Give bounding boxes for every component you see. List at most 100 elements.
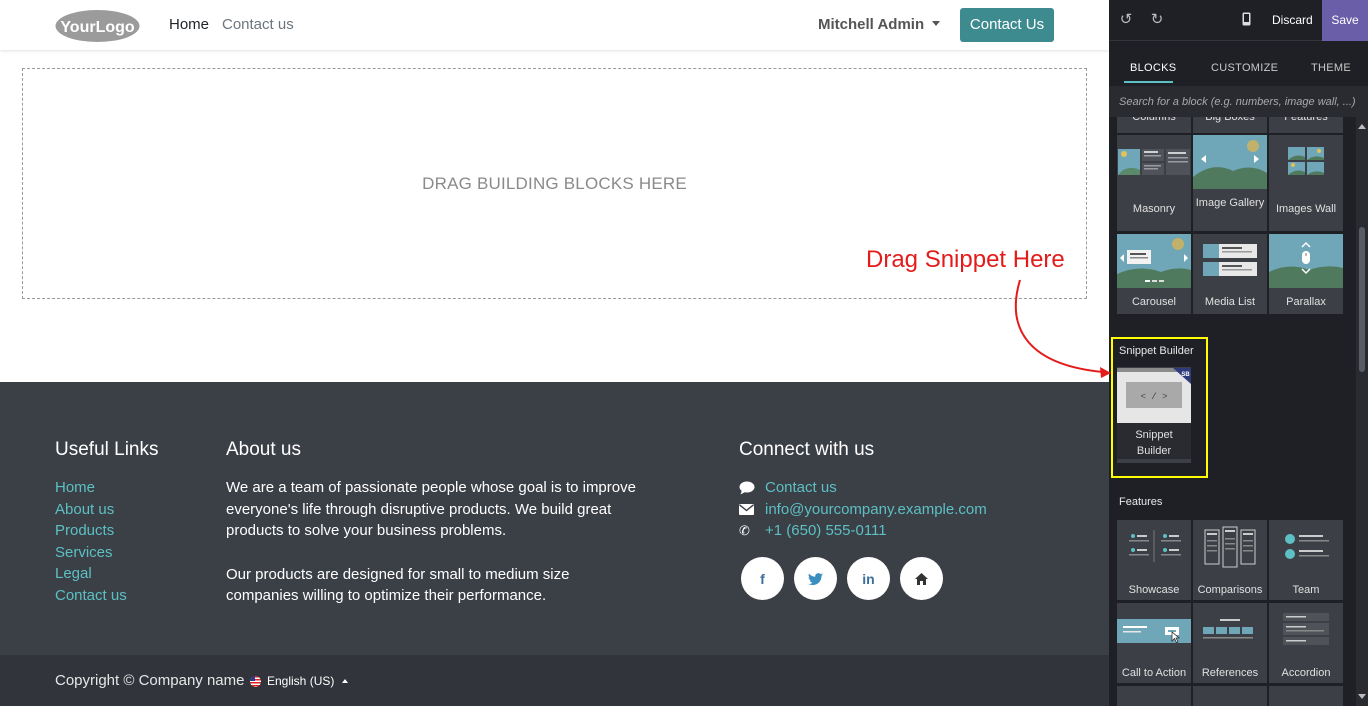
footer-link-home[interactable]: Home: [55, 477, 159, 499]
phone-link[interactable]: +1 (650) 555-0111: [765, 520, 887, 542]
snippet-builder-thumbnail-icon: < / > SB: [1117, 368, 1191, 423]
footer-link-about[interactable]: About us: [55, 499, 159, 521]
snippet-builder-category-title: Snippet Builder: [1119, 345, 1194, 357]
drag-snippet-annotation: Drag Snippet Here: [866, 246, 1065, 273]
about-title: About us: [226, 439, 301, 460]
save-button[interactable]: Save: [1322, 0, 1368, 41]
user-name: Mitchell Admin: [818, 16, 925, 33]
editor-toolbar: ↺ ↻ Discard Save: [1109, 0, 1368, 41]
blocks-scrollbar[interactable]: [1356, 117, 1368, 706]
linkedin-icon[interactable]: in: [847, 557, 890, 600]
contact-us-button[interactable]: Contact Us: [960, 8, 1054, 42]
blocks-list: Columns Big Boxes Features Masonry Image…: [1109, 117, 1368, 706]
block-team[interactable]: Team: [1269, 520, 1343, 600]
phone-row[interactable]: ✆ +1 (650) 555-0111: [739, 520, 987, 542]
tab-blocks[interactable]: BLOCKS: [1130, 62, 1176, 74]
scroll-up-icon[interactable]: [1358, 124, 1366, 129]
footer: Useful Links Home About us Products Serv…: [0, 382, 1109, 655]
comparisons-thumbnail-icon: [1193, 520, 1267, 574]
block-carousel[interactable]: Carousel: [1117, 234, 1191, 314]
carousel-thumbnail-icon: [1117, 234, 1191, 288]
block-search: [1109, 86, 1368, 117]
footer-bottom-bar: Copyright © Company name English (US): [0, 655, 1109, 706]
footer-link-legal[interactable]: Legal: [55, 563, 159, 585]
images-wall-thumbnail-icon: [1269, 135, 1343, 189]
phone-icon: ✆: [739, 523, 750, 539]
copyright-text: Copyright © Company name: [55, 672, 245, 689]
block-snippet-builder[interactable]: < / > SB Snippet Builder: [1117, 367, 1191, 463]
envelope-icon: [739, 503, 765, 515]
block-comparisons[interactable]: Comparisons: [1193, 520, 1267, 600]
block-masonry[interactable]: Masonry: [1117, 135, 1191, 231]
block-image-gallery[interactable]: Image Gallery: [1193, 135, 1267, 231]
contact-link-row[interactable]: Contact us: [739, 477, 987, 499]
svg-text:SB: SB: [1181, 372, 1190, 378]
facebook-icon[interactable]: f: [741, 557, 784, 600]
block-search-input[interactable]: [1109, 86, 1368, 117]
nav-contact-us[interactable]: Contact us: [222, 16, 294, 33]
email-row[interactable]: info@yourcompany.example.com: [739, 499, 987, 521]
call-to-action-thumbnail-icon: [1117, 603, 1191, 657]
editor-tabs: BLOCKS CUSTOMIZE THEME: [1109, 49, 1368, 85]
useful-links-title: Useful Links: [55, 439, 159, 460]
nav-home[interactable]: Home: [169, 16, 209, 33]
block-features-top[interactable]: Features: [1269, 117, 1343, 133]
caret-down-icon: [932, 21, 941, 26]
site-navbar: YourLogo Home Contact us Mitchell Admin …: [0, 0, 1109, 50]
block-media-list[interactable]: Media List: [1193, 234, 1267, 314]
discard-button[interactable]: Discard: [1272, 13, 1313, 27]
block-columns[interactable]: Columns: [1117, 117, 1191, 133]
block-big-boxes[interactable]: Big Boxes: [1193, 117, 1267, 133]
tab-customize[interactable]: CUSTOMIZE: [1211, 62, 1278, 74]
about-paragraph: We are a team of passionate people whose…: [226, 479, 636, 540]
footer-link-services[interactable]: Services: [55, 542, 159, 564]
block-showcase[interactable]: Showcase: [1117, 520, 1191, 600]
connect-title: Connect with us: [739, 439, 875, 460]
language-selector[interactable]: English (US): [250, 674, 349, 688]
connect-column: Connect with us Contact us info@yourcomp…: [739, 439, 987, 542]
comment-icon: [739, 481, 765, 495]
redo-icon[interactable]: ↻: [1149, 12, 1165, 28]
svg-text:YourLogo: YourLogo: [60, 19, 135, 36]
accordion-thumbnail-icon: [1269, 603, 1343, 657]
caret-up-icon: [342, 679, 349, 683]
email-link[interactable]: info@yourcompany.example.com: [765, 499, 987, 521]
team-thumbnail-icon: [1269, 520, 1343, 574]
undo-icon[interactable]: ↺: [1118, 12, 1134, 28]
user-menu[interactable]: Mitchell Admin: [818, 16, 941, 33]
about-paragraph: Our products are designed for small to m…: [226, 565, 570, 605]
scroll-down-icon[interactable]: [1358, 694, 1366, 699]
block-references[interactable]: References: [1193, 603, 1267, 683]
twitter-icon[interactable]: [794, 557, 837, 600]
block-parallax[interactable]: Parallax: [1269, 234, 1343, 314]
block-call-to-action[interactable]: Call to Action: [1117, 603, 1191, 683]
active-tab-indicator: [1124, 81, 1173, 83]
language-label: English (US): [267, 674, 335, 688]
footer-link-products[interactable]: Products: [55, 520, 159, 542]
masonry-thumbnail-icon: [1117, 135, 1191, 189]
home-icon[interactable]: [900, 557, 943, 600]
image-gallery-thumbnail-icon: [1193, 135, 1267, 189]
contact-link[interactable]: Contact us: [765, 477, 837, 499]
block-accordion[interactable]: Accordion: [1269, 603, 1343, 683]
block-next-row[interactable]: [1269, 686, 1343, 706]
scroll-thumb[interactable]: [1359, 227, 1365, 372]
about-column: About us We are a team of passionate peo…: [226, 439, 636, 607]
useful-links-column: Useful Links Home About us Products Serv…: [55, 439, 159, 607]
social-links: f in: [741, 557, 943, 600]
dropzone-label: DRAG BUILDING BLOCKS HERE: [422, 173, 687, 193]
tab-theme[interactable]: THEME: [1311, 62, 1351, 74]
us-flag-icon: [250, 675, 261, 687]
editor-sidebar: ↺ ↻ Discard Save BLOCKS CUSTOMIZE THEME …: [1109, 0, 1368, 706]
parallax-thumbnail-icon: [1269, 234, 1343, 288]
svg-text:< / >: < / >: [1140, 392, 1167, 402]
block-next-row[interactable]: [1117, 686, 1191, 706]
website-preview: YourLogo Home Contact us Mitchell Admin …: [0, 0, 1109, 706]
mobile-preview-icon[interactable]: [1238, 12, 1254, 28]
block-images-wall[interactable]: Images Wall: [1269, 135, 1343, 231]
media-list-thumbnail-icon: [1193, 234, 1267, 288]
logo[interactable]: YourLogo: [55, 9, 140, 43]
block-next-row[interactable]: [1193, 686, 1267, 706]
references-thumbnail-icon: [1193, 603, 1267, 657]
footer-link-contact[interactable]: Contact us: [55, 585, 159, 607]
